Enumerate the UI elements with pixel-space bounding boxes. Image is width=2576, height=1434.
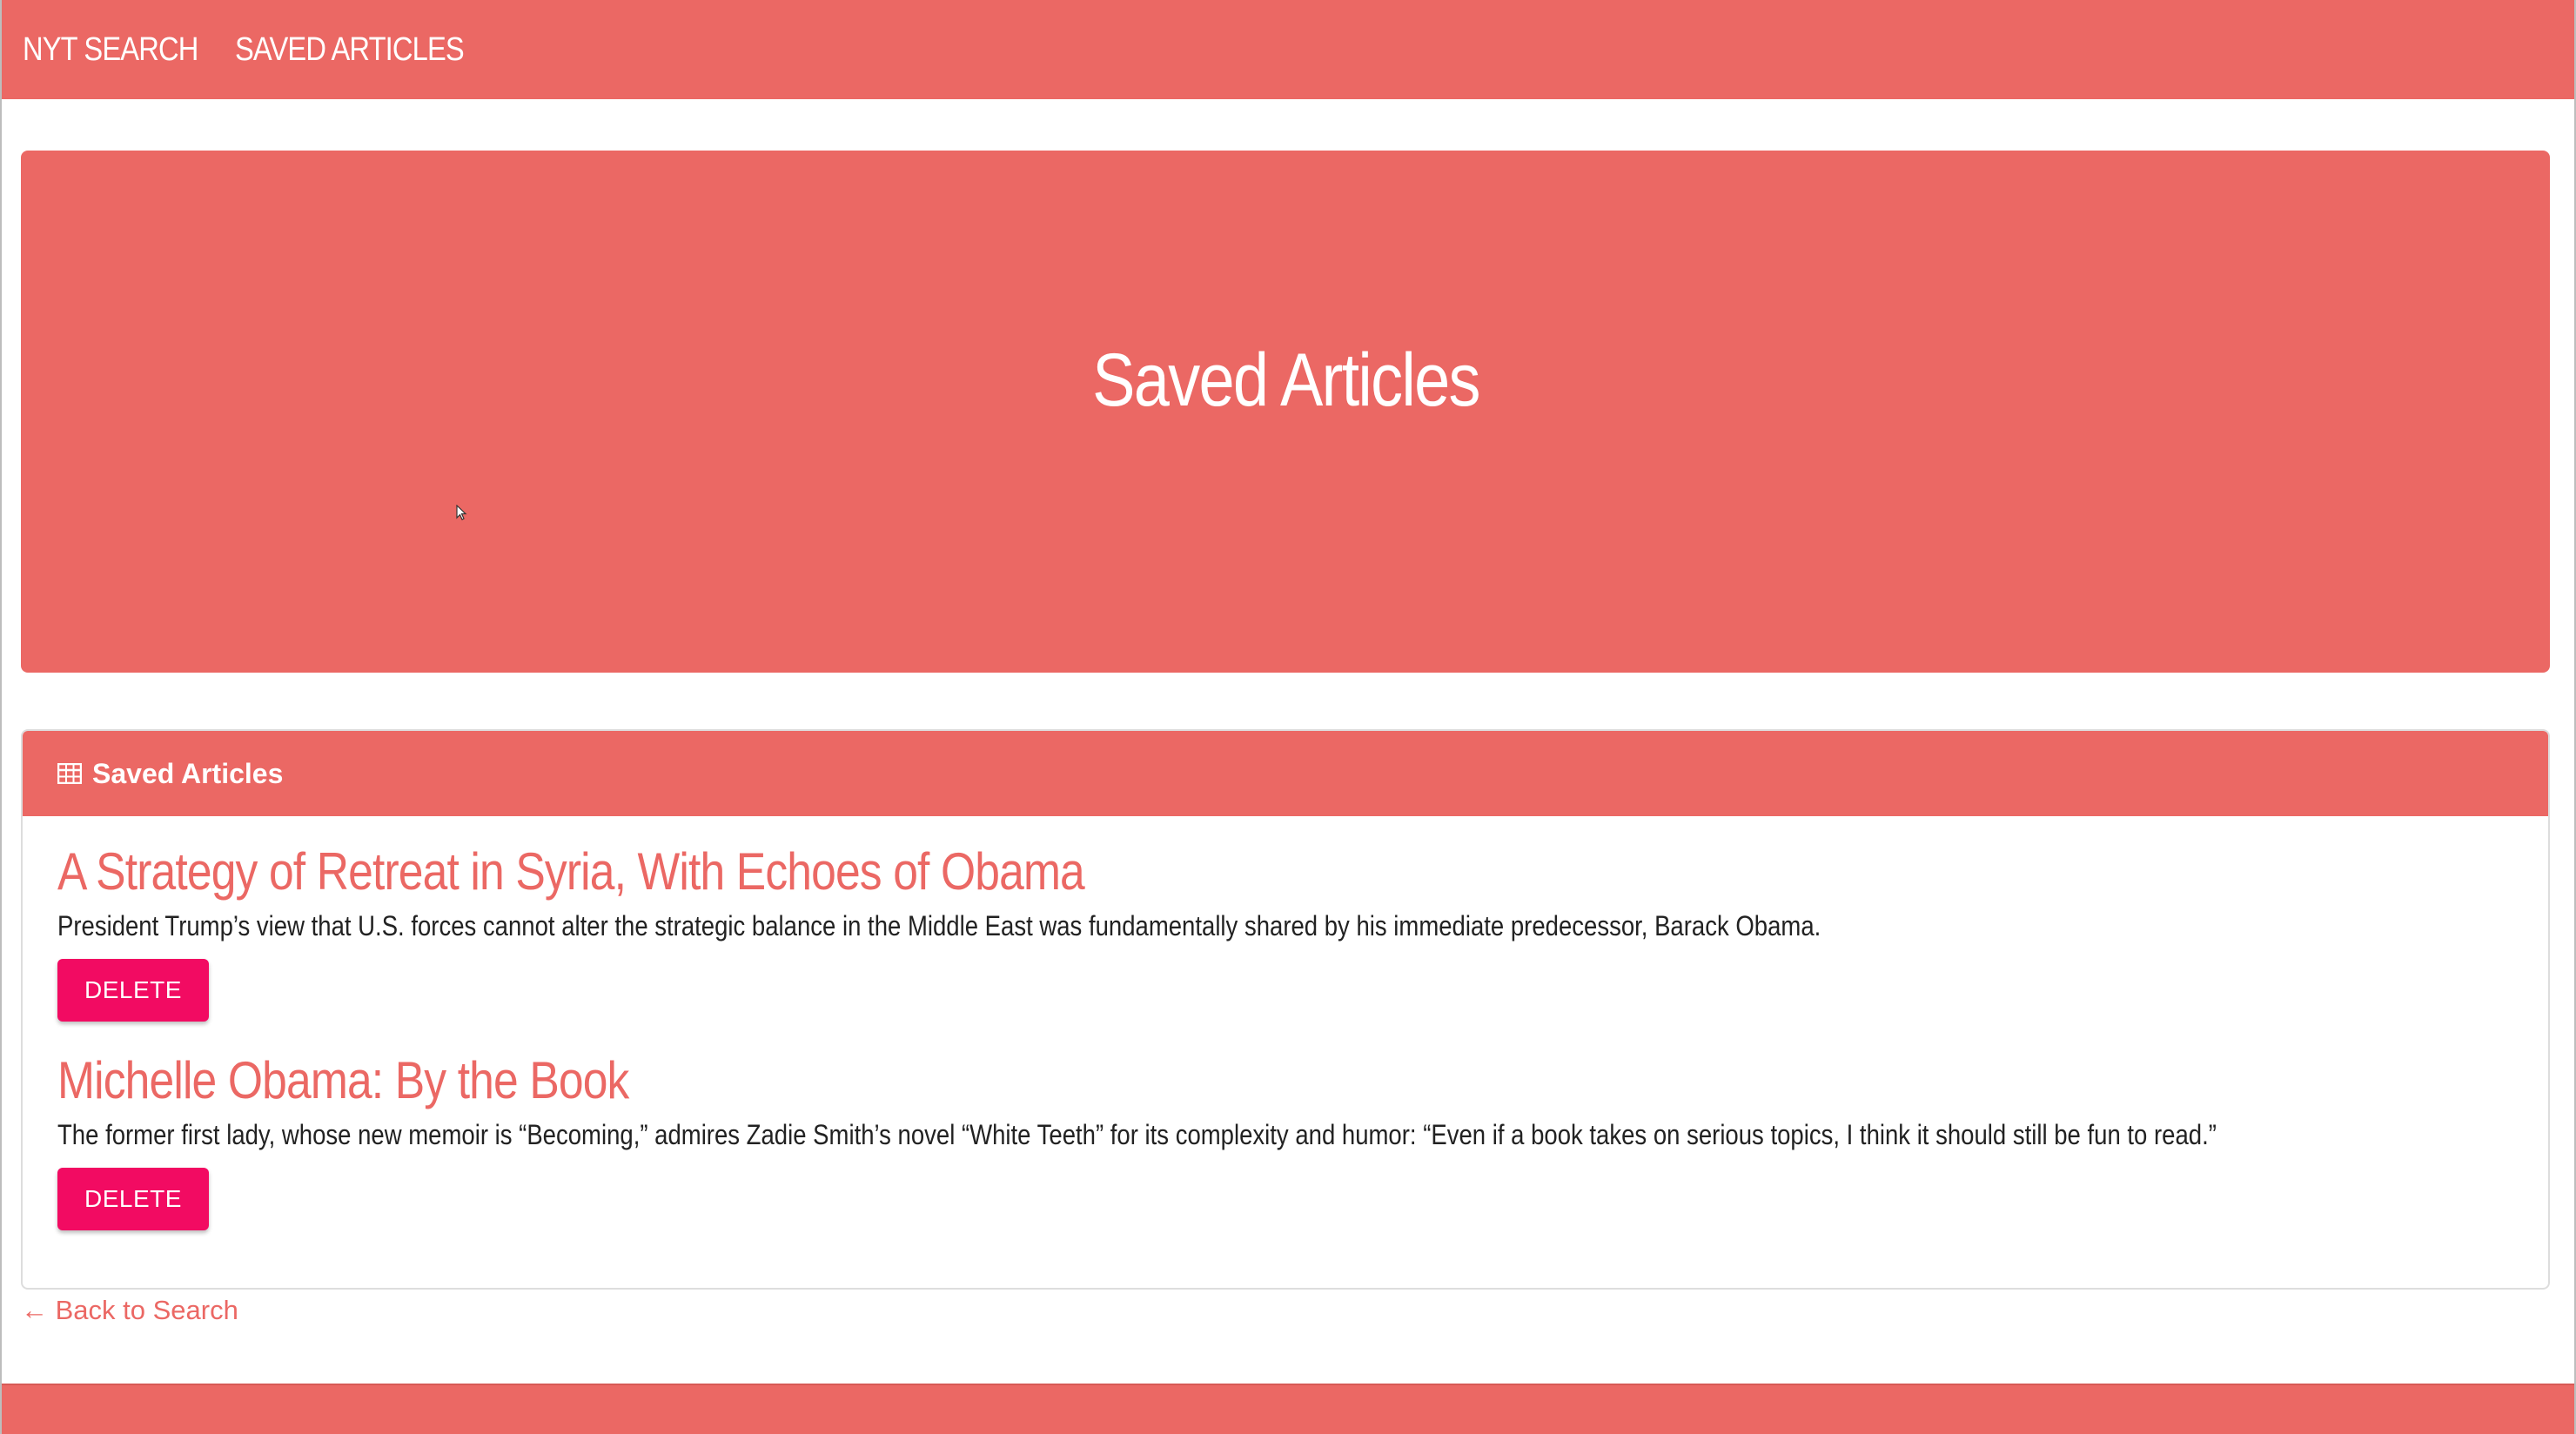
panel-heading-label: Saved Articles (92, 757, 284, 789)
nav-saved-articles-link[interactable]: SAVED ARTICLES (235, 31, 465, 69)
saved-articles-panel: Saved Articles A Strategy of Retreat in … (21, 729, 2550, 1290)
article-item: Michelle Obama: By the Book The former f… (57, 1048, 2513, 1230)
delete-article-button[interactable]: DELETE (57, 1168, 209, 1230)
table-icon (57, 763, 82, 784)
article-item: A Strategy of Retreat in Syria, With Ech… (57, 839, 2513, 1022)
back-to-search-link[interactable]: ← Back to Search (21, 1293, 238, 1328)
article-summary: President Trump’s view that U.S. forces … (57, 910, 1821, 941)
article-summary: The former first lady, whose new memoir … (57, 1119, 2217, 1150)
delete-article-button[interactable]: DELETE (57, 959, 209, 1022)
page-title: Saved Articles (1091, 338, 1480, 422)
footer-bar (2, 1384, 2574, 1434)
jumbotron-banner: Saved Articles (21, 151, 2550, 673)
mouse-cursor-icon (456, 504, 468, 522)
top-navbar: NYT SEARCH SAVED ARTICLES (2, 0, 2574, 99)
panel-heading: Saved Articles (23, 731, 2548, 816)
nav-brand-link[interactable]: NYT SEARCH (23, 31, 198, 69)
article-title-link[interactable]: A Strategy of Retreat in Syria, With Ech… (57, 839, 2170, 905)
article-title-link[interactable]: Michelle Obama: By the Book (57, 1048, 2170, 1114)
panel-body: A Strategy of Retreat in Syria, With Ech… (23, 816, 2548, 1230)
